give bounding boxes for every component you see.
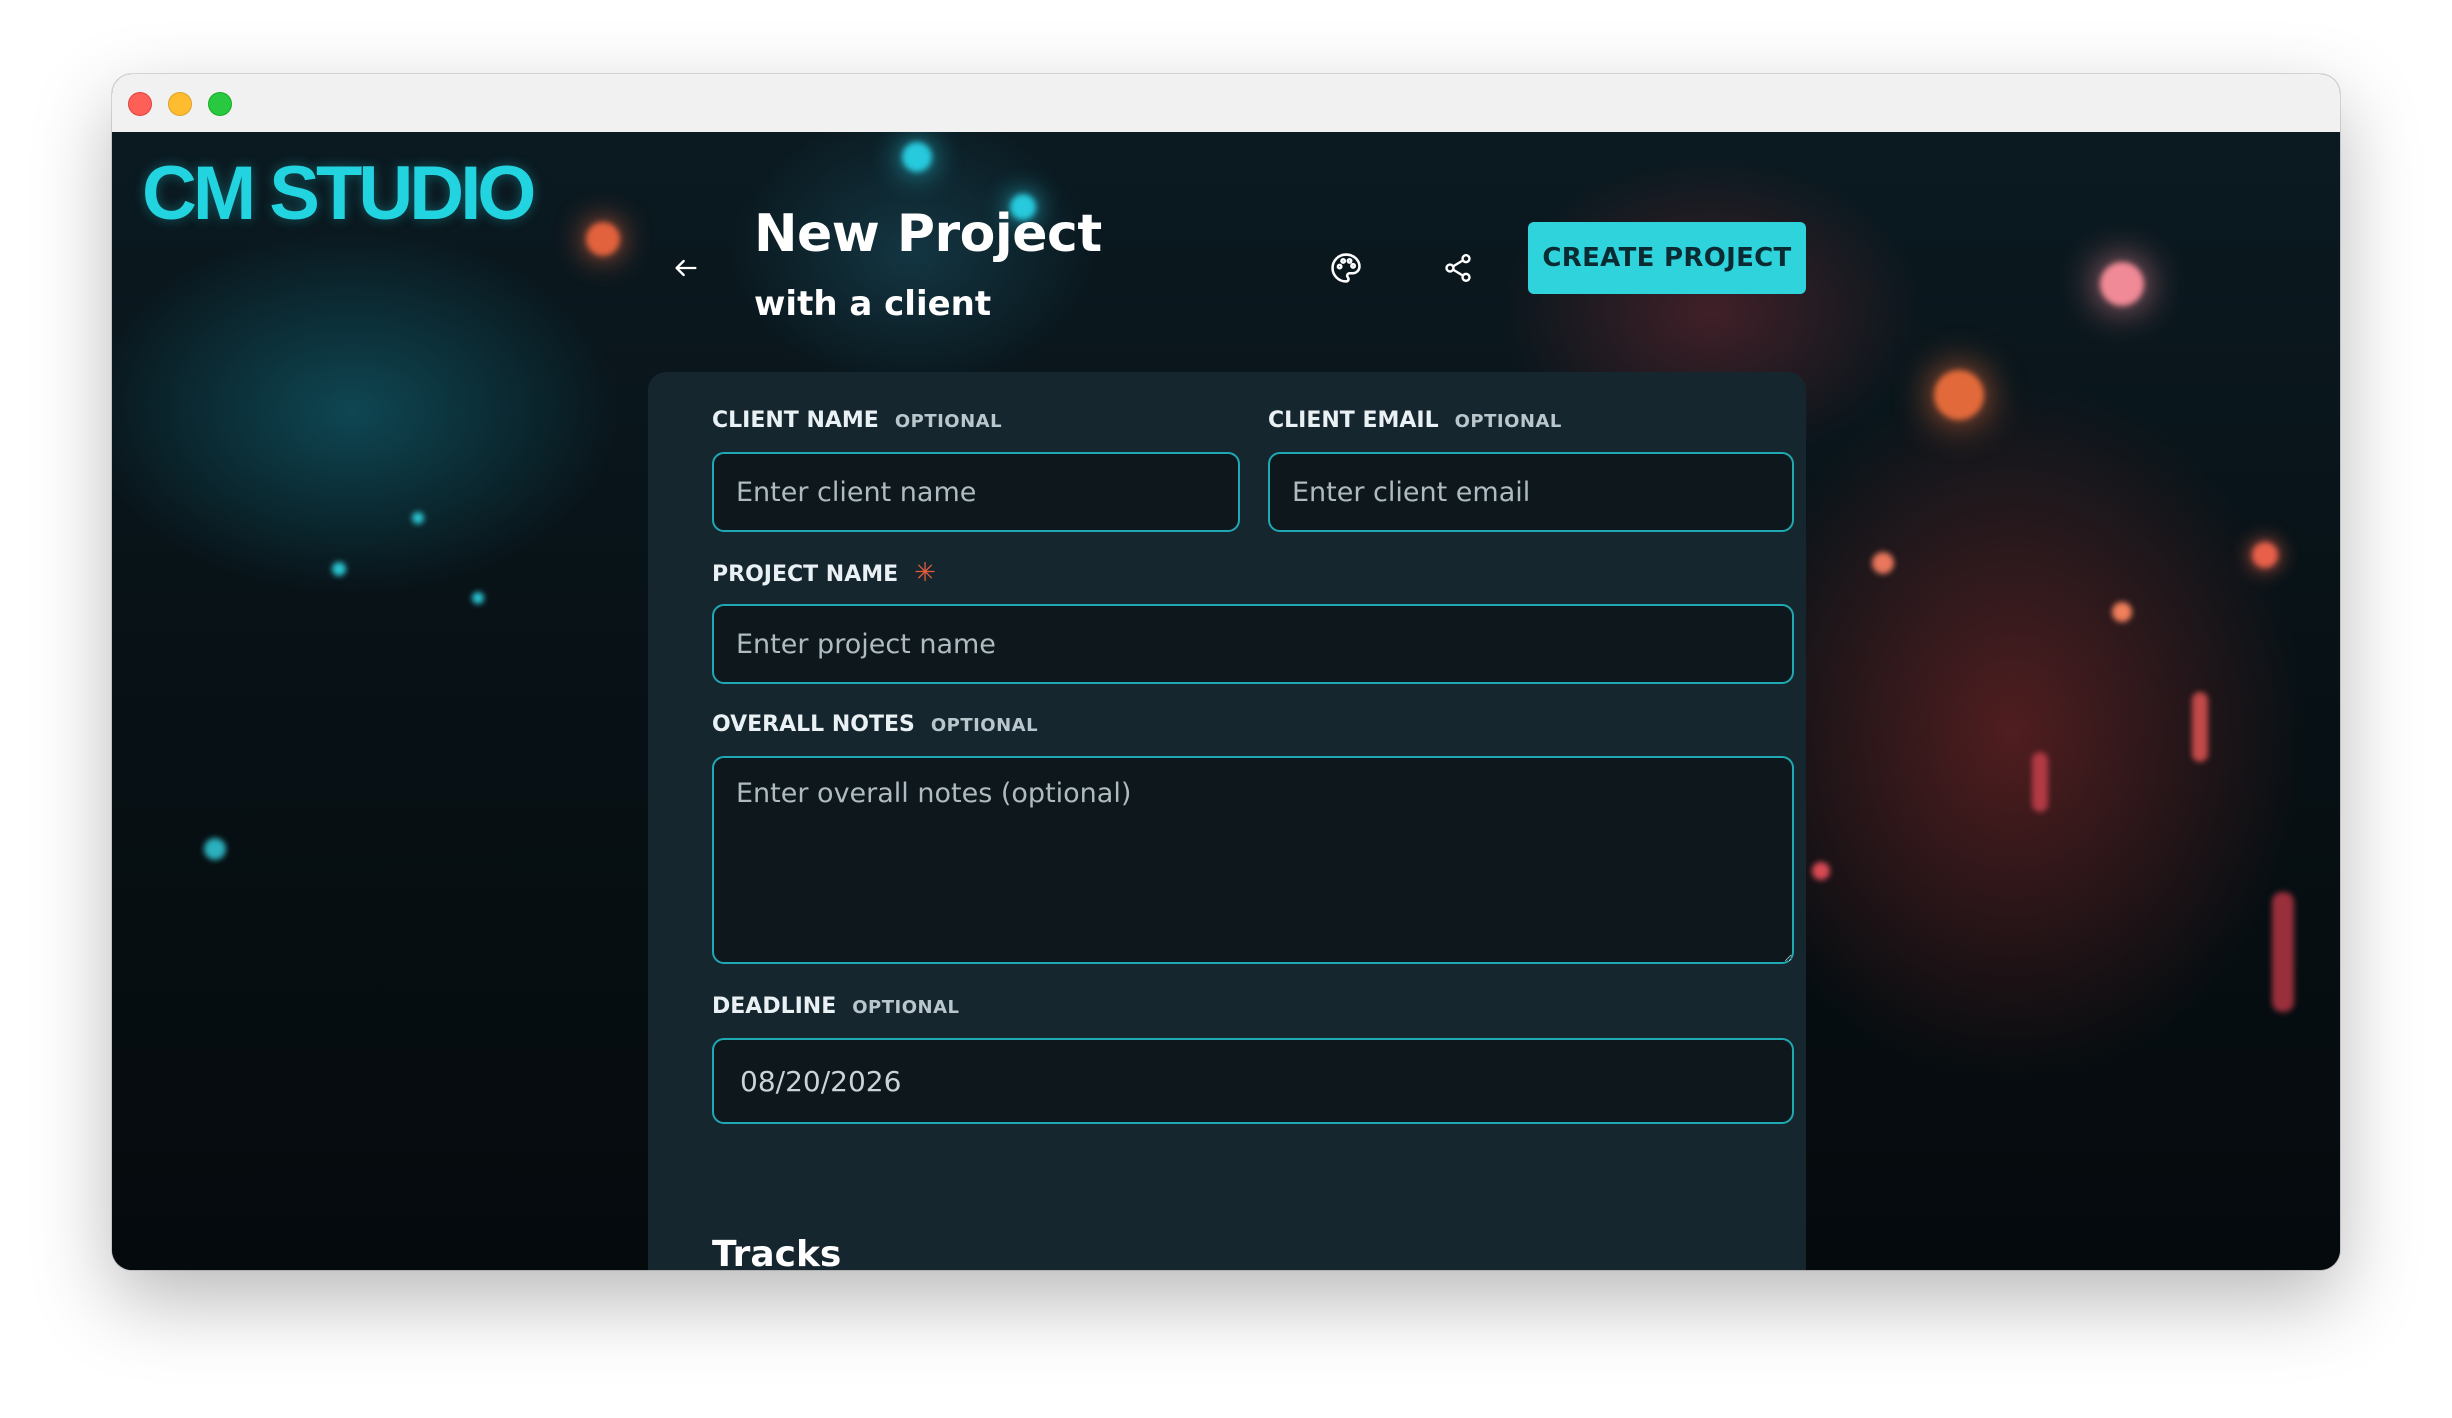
minimize-window-button[interactable] (168, 92, 192, 116)
background-bokeh (586, 222, 620, 256)
share-button[interactable] (1434, 244, 1482, 292)
deadline-label: DEADLINE OPTIONAL (712, 994, 959, 1019)
background-bokeh (412, 512, 424, 524)
required-asterisk-icon: ✳ (914, 558, 936, 588)
create-project-button[interactable]: CREATE PROJECT (1528, 222, 1806, 294)
overall-notes-label: OVERALL NOTES OPTIONAL (712, 712, 1038, 737)
page-title: New Project (754, 204, 1102, 264)
background-bokeh (2252, 542, 2278, 568)
arrow-left-icon (675, 259, 697, 277)
client-email-label: CLIENT EMAIL OPTIONAL (1268, 408, 1562, 433)
background-bokeh (472, 592, 484, 604)
deadline-label-text: DEADLINE (712, 994, 837, 1019)
palette-icon (1331, 253, 1361, 283)
project-name-label: PROJECT NAME ✳ (712, 558, 936, 588)
background-bokeh (204, 838, 226, 860)
overall-notes-label-text: OVERALL NOTES (712, 712, 915, 737)
client-email-input[interactable] (1268, 452, 1794, 532)
optional-tag: OPTIONAL (1454, 411, 1562, 432)
back-button[interactable] (664, 246, 708, 290)
tracks-section-title: Tracks (712, 1234, 842, 1270)
theme-palette-button[interactable] (1322, 244, 1370, 292)
background-bokeh (2112, 602, 2132, 622)
background-bokeh (1812, 862, 1830, 880)
overall-notes-textarea[interactable] (712, 756, 1794, 964)
client-name-input[interactable] (712, 452, 1240, 532)
page-subtitle: with a client (754, 284, 992, 324)
app-content: CM STUDIO New Project with a client CREA… (112, 132, 2340, 1270)
background-bokeh (2272, 892, 2294, 1012)
client-name-label: CLIENT NAME OPTIONAL (712, 408, 1002, 433)
background-bokeh (2192, 692, 2208, 762)
background-bokeh (902, 142, 932, 172)
project-name-input[interactable] (712, 604, 1794, 684)
deadline-date-value: 08/20/2026 (740, 1064, 902, 1098)
background-bokeh (332, 562, 346, 576)
background-bokeh (1872, 552, 1894, 574)
browser-window: CM STUDIO New Project with a client CREA… (112, 74, 2340, 1270)
project-name-label-text: PROJECT NAME (712, 562, 899, 587)
background-bokeh (2032, 752, 2048, 812)
optional-tag: OPTIONAL (852, 997, 960, 1018)
brand-logo[interactable]: CM STUDIO (142, 150, 536, 237)
optional-tag: OPTIONAL (894, 411, 1003, 432)
share-icon (1445, 254, 1471, 282)
window-titlebar (112, 74, 2340, 133)
maximize-window-button[interactable] (208, 92, 232, 116)
client-name-label-text: CLIENT NAME (712, 408, 879, 433)
deadline-date-input[interactable]: 08/20/2026 (712, 1038, 1794, 1124)
optional-tag: OPTIONAL (930, 715, 1039, 736)
background-bokeh (2100, 262, 2144, 306)
new-project-form: CLIENT NAME OPTIONAL CLIENT EMAIL OPTION… (648, 372, 1806, 1270)
client-email-label-text: CLIENT EMAIL (1268, 408, 1439, 433)
background-bokeh (1934, 370, 1984, 420)
close-window-button[interactable] (128, 92, 152, 116)
